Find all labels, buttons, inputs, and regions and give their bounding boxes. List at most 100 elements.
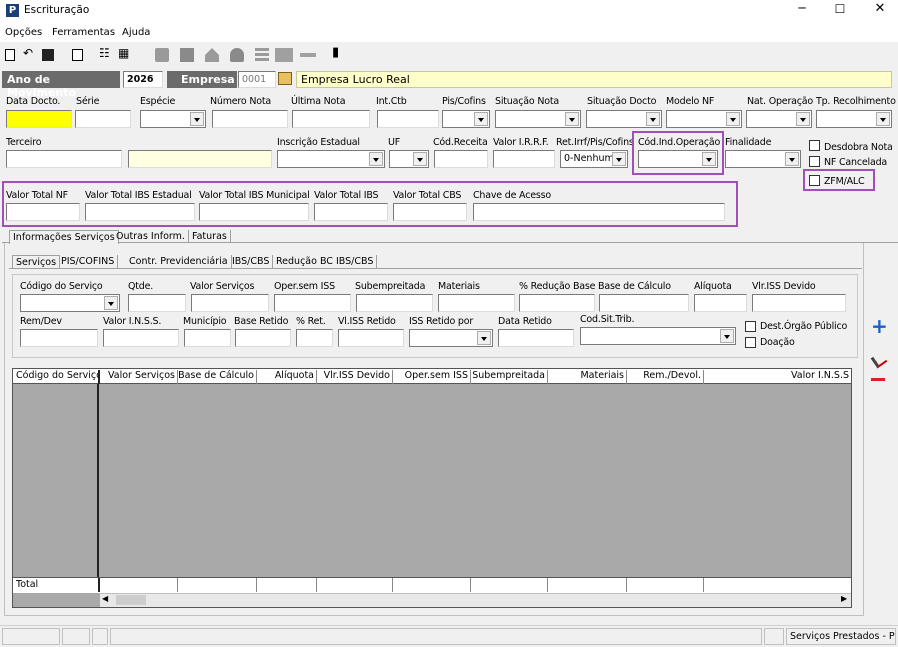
exit-icon[interactable]: ▮: [332, 45, 339, 60]
new-document-icon[interactable]: [5, 49, 15, 61]
calculator-icon[interactable]: ▦: [118, 46, 129, 60]
ano-field[interactable]: 2026: [123, 71, 163, 88]
grid-hscrollbar[interactable]: [100, 593, 851, 607]
menu-ferramentas[interactable]: Ferramentas: [52, 27, 115, 38]
tab-faturas[interactable]: Faturas: [189, 230, 231, 243]
monitor-icon[interactable]: [275, 48, 293, 62]
grid-header-subempreitada[interactable]: Subempreitada: [471, 370, 548, 384]
qtde-field[interactable]: [128, 294, 186, 312]
subempreitada-field[interactable]: [356, 294, 433, 312]
grid-header-base-calculo[interactable]: Base de Cálculo: [178, 370, 257, 384]
list-icon[interactable]: [255, 48, 269, 62]
rem-dev-field[interactable]: [20, 329, 98, 347]
vl-iss-retido-field[interactable]: [338, 329, 404, 347]
data-retido-field[interactable]: [498, 329, 574, 347]
base-calculo-field[interactable]: [599, 294, 689, 312]
tab-contr-previdenciaria[interactable]: Contr. Previdenciária: [126, 255, 232, 268]
nat-operacao-select[interactable]: [746, 110, 812, 128]
status-panel-1: [2, 628, 60, 645]
base-retido-field[interactable]: [235, 329, 291, 347]
edit-icon[interactable]: [870, 351, 888, 369]
municipio-field[interactable]: [184, 329, 231, 347]
ret-irrf-label: Ret.Irrf/Pis/Cofins: [556, 137, 634, 148]
scroll-left-icon[interactable]: ◀: [102, 594, 108, 603]
scroll-thumb[interactable]: [116, 595, 146, 605]
menu-ajuda[interactable]: Ajuda: [122, 27, 150, 38]
report-icon[interactable]: [180, 48, 194, 62]
save-icon[interactable]: [42, 49, 54, 61]
grid-header-valor-servicos[interactable]: Valor Serviços: [100, 370, 178, 384]
nf-cancelada-checkbox[interactable]: [809, 156, 820, 167]
close-button[interactable]: ✕: [870, 1, 890, 19]
grid-header-oper-sem-iss[interactable]: Oper.sem ISS: [393, 370, 471, 384]
tab-pis-cofins[interactable]: PIS/COFINS: [58, 255, 119, 268]
aliquota-field[interactable]: [694, 294, 747, 312]
menu-opcoes[interactable]: Opções: [5, 27, 42, 38]
vlr-iss-devido-field[interactable]: [752, 294, 846, 312]
stamp-icon[interactable]: [230, 48, 244, 62]
iss-retido-por-select[interactable]: [409, 329, 493, 347]
tp-recolhimento-select[interactable]: [816, 110, 892, 128]
materiais-field[interactable]: [438, 294, 515, 312]
pis-cofins-select[interactable]: [442, 110, 490, 128]
valor-inss-field[interactable]: [103, 329, 179, 347]
situacao-nota-select[interactable]: [495, 110, 581, 128]
add-icon[interactable]: +: [871, 316, 888, 336]
dest-orgao-publico-checkbox[interactable]: [745, 321, 756, 332]
minus-icon[interactable]: [300, 53, 316, 57]
tab-reducao-bc[interactable]: Redução BC IBS/CBS: [273, 255, 378, 268]
situacao-nota-label: Situação Nota: [495, 96, 559, 107]
pct-reducao-base-field[interactable]: [519, 294, 595, 312]
uf-select[interactable]: [389, 150, 429, 168]
pct-ret-field[interactable]: [296, 329, 333, 347]
valor-total-nf-field[interactable]: [6, 203, 80, 221]
grid-header-rem-devol[interactable]: Rem./Devol.: [627, 370, 704, 384]
valor-irrf-field[interactable]: [493, 150, 555, 168]
maximize-button[interactable]: ☐: [830, 2, 850, 20]
undo-icon[interactable]: ↶: [23, 46, 33, 60]
codigo-servico-select[interactable]: [20, 294, 120, 312]
minimize-button[interactable]: ─: [792, 1, 812, 19]
valor-servicos-field[interactable]: [191, 294, 269, 312]
ret-irrf-select[interactable]: 0-Nenhum: [560, 150, 628, 168]
valor-total-ibs-municipal-field[interactable]: [199, 203, 309, 221]
especie-select[interactable]: [140, 110, 206, 128]
cod-receita-field[interactable]: [434, 150, 488, 168]
serie-field[interactable]: [75, 110, 131, 128]
finalidade-select[interactable]: [725, 150, 801, 168]
grid-header-valor-inss[interactable]: Valor I.N.S.S: [704, 370, 851, 384]
grid-header-vlr-iss-devido[interactable]: Vlr.ISS Devido: [317, 370, 393, 384]
valor-total-ibs-field[interactable]: [314, 203, 388, 221]
tab-servicos[interactable]: Serviços: [12, 255, 61, 269]
remove-icon[interactable]: [871, 378, 885, 381]
desdobra-nota-checkbox[interactable]: [809, 140, 820, 151]
grid-header-materiais[interactable]: Materiais: [548, 370, 627, 384]
valor-total-ibs-estadual-field[interactable]: [85, 203, 195, 221]
terceiro-code-field[interactable]: [6, 150, 122, 168]
tab-ibs-cbs[interactable]: IBS/CBS: [229, 255, 274, 268]
situacao-docto-select[interactable]: [586, 110, 662, 128]
base-calculo-label: Base de Cálculo: [598, 281, 671, 292]
bag-icon[interactable]: [155, 48, 169, 62]
cod-sit-trib-select[interactable]: [580, 327, 736, 345]
ano-label: Ano de Movimento: [2, 71, 120, 99]
tree-icon[interactable]: ☷: [99, 46, 110, 60]
folder-icon[interactable]: [278, 72, 292, 85]
valor-total-cbs-field[interactable]: [393, 203, 467, 221]
int-ctb-field[interactable]: [377, 110, 439, 128]
tab-informacoes-servicos[interactable]: Informações Serviços: [9, 230, 119, 244]
modelo-nf-select[interactable]: [666, 110, 742, 128]
tab-outras-inform[interactable]: Outras Inform.: [113, 230, 189, 243]
chave-acesso-field[interactable]: [473, 203, 725, 221]
grid-header-aliquota[interactable]: Alíquota: [257, 370, 317, 384]
numero-nota-field[interactable]: [212, 110, 288, 128]
scroll-right-icon[interactable]: ▶: [841, 594, 847, 603]
print-preview-icon[interactable]: [72, 49, 83, 61]
doacao-checkbox[interactable]: [745, 337, 756, 348]
oper-sem-iss-field[interactable]: [274, 294, 351, 312]
ultima-nota-field[interactable]: [292, 110, 370, 128]
inscricao-estadual-select[interactable]: [277, 150, 385, 168]
empresa-code-field[interactable]: 0001: [238, 71, 276, 88]
grid-header-codigo-servico[interactable]: Código do Serviço: [14, 370, 100, 384]
data-docto-field[interactable]: [6, 110, 72, 128]
